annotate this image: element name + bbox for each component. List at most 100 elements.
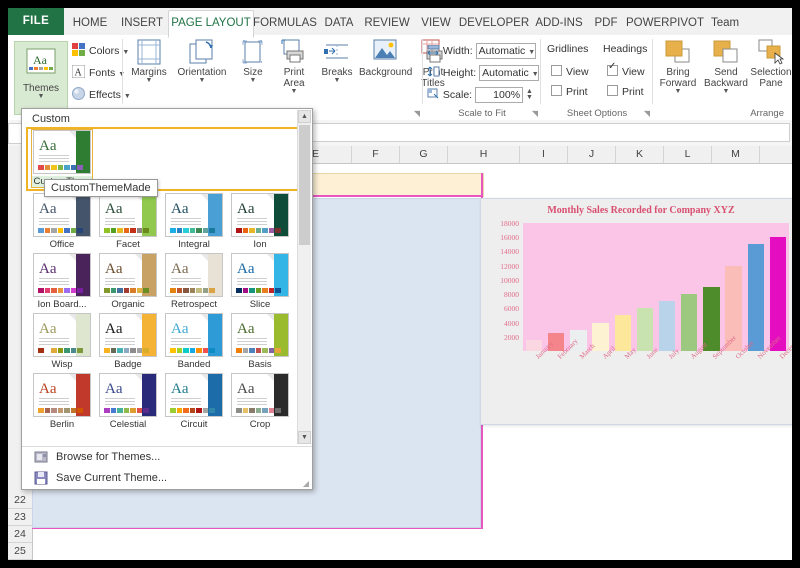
ribbon-tab-pdf[interactable]: PDF: [588, 11, 624, 35]
theme-thumbnail[interactable]: Aa Banded: [164, 313, 224, 370]
browse-for-themes-menu-item[interactable]: Browse for Themes...: [22, 447, 312, 468]
page-setup-dialog-launcher[interactable]: ◥: [414, 109, 420, 118]
chart-bar[interactable]: [747, 244, 764, 351]
column-header-H[interactable]: H: [448, 146, 520, 163]
ribbon-tab-insert[interactable]: INSERT: [116, 11, 168, 35]
theme-aa-sample: Aa: [171, 381, 189, 397]
width-select[interactable]: Automatic ▼: [475, 43, 536, 59]
column-header-F[interactable]: F: [352, 146, 400, 163]
chart-y-tick: 18000: [500, 219, 519, 228]
chart-object[interactable]: Monthly Sales Recorded for Company XYZ 1…: [480, 198, 792, 425]
theme-aa-sample: Aa: [39, 138, 57, 154]
theme-thumbnail[interactable]: Aa Retrospect: [164, 253, 224, 310]
gallery-scrollbar[interactable]: ▲ ▼: [297, 110, 311, 444]
ribbon-tab-developer[interactable]: DEVELOPER: [458, 11, 530, 35]
theme-label: Ion Board...: [37, 299, 87, 310]
theme-thumbnail[interactable]: Aa Ion: [230, 193, 290, 250]
theme-thumbnail[interactable]: Aa Wisp: [32, 313, 92, 370]
row-header-25[interactable]: 25: [8, 543, 32, 560]
chart-bar[interactable]: [658, 301, 676, 351]
theme-thumbnail[interactable]: Aa Crop: [230, 373, 290, 430]
ribbon-tab-view[interactable]: VIEW: [414, 11, 458, 35]
print-area-button[interactable]: Print Area ▼: [273, 39, 315, 95]
ribbon-tab-page-layout[interactable]: PAGE LAYOUT: [168, 10, 254, 38]
gridlines-view-option[interactable]: View: [551, 65, 589, 78]
ribbon-tab-review[interactable]: REVIEW: [360, 11, 414, 35]
orientation-button[interactable]: Orientation ▼: [171, 39, 233, 84]
theme-thumbnail[interactable]: Aa Circuit: [164, 373, 224, 430]
chevron-down-icon[interactable]: ▼: [233, 77, 273, 84]
gridlines-print-option[interactable]: Print: [551, 85, 588, 98]
row-header-23[interactable]: 23: [8, 509, 32, 526]
theme-thumbnail[interactable]: Aa Slice: [230, 253, 290, 310]
chevron-down-icon[interactable]: ▼: [655, 88, 701, 95]
headings-print-option[interactable]: Print: [607, 85, 644, 98]
themes-button[interactable]: Aa Themes ▼: [14, 41, 68, 115]
chart-bar[interactable]: [703, 287, 720, 351]
chevron-down-icon[interactable]: ▼: [273, 88, 315, 95]
selection-pane-button[interactable]: Selection Pane: [749, 39, 792, 89]
ribbon-tab-formulas[interactable]: FORMULAS: [252, 11, 318, 35]
theme-thumbnail[interactable]: Aa Basis: [230, 313, 290, 370]
chevron-down-icon[interactable]: ▼: [315, 77, 359, 84]
column-header-G[interactable]: G: [400, 146, 448, 163]
headings-view-checkbox[interactable]: [607, 61, 618, 76]
headings-view-option[interactable]: View: [607, 61, 645, 78]
chevron-down-icon[interactable]: ▼: [171, 77, 233, 84]
chart-bar[interactable]: [614, 315, 631, 351]
height-select[interactable]: Automatic ▼: [479, 65, 540, 81]
gridlines-view-label: View: [566, 66, 589, 78]
theme-aa-sample: Aa: [105, 201, 123, 217]
bring-forward-icon: [655, 39, 701, 65]
gallery-resize-grip[interactable]: ◢: [303, 479, 309, 488]
ribbon-tab-powerpivot[interactable]: POWERPIVOT: [624, 11, 706, 35]
theme-thumbnail[interactable]: Aa Facet: [98, 193, 158, 250]
row-header-24[interactable]: 24: [8, 526, 32, 543]
background-button[interactable]: Background: [359, 39, 412, 78]
ribbon-tab-home[interactable]: HOME: [64, 11, 116, 35]
save-current-theme-menu-item[interactable]: Save Current Theme...: [22, 468, 312, 489]
ribbon-tab-data[interactable]: DATA: [318, 11, 360, 35]
ribbon-tab-team[interactable]: Team: [706, 11, 744, 35]
scale-stepper[interactable]: ▲ ▼: [526, 88, 533, 101]
row-header-22[interactable]: 22: [8, 492, 32, 509]
column-header-I[interactable]: I: [520, 146, 568, 163]
theme-thumbnail[interactable]: Aa Organic: [98, 253, 158, 310]
fonts-button[interactable]: AFonts▼: [71, 64, 125, 81]
theme-thumbnail[interactable]: Aa Badge: [98, 313, 158, 370]
gallery-scroll-down-arrow[interactable]: ▼: [298, 431, 311, 444]
ribbon-tab-file[interactable]: FILE: [8, 8, 64, 35]
theme-thumbnail[interactable]: Aa Ion Board...: [32, 253, 92, 310]
themes-gallery-dropdown[interactable]: Custom AaCustomThe... CustomThemeMade Aa…: [21, 108, 313, 490]
sheet-options-dialog-launcher[interactable]: ◥: [644, 109, 650, 118]
size-button[interactable]: Size ▼: [233, 39, 273, 84]
ribbon-tab-add-ins[interactable]: ADD-INS: [530, 11, 588, 35]
theme-thumbnail[interactable]: Aa Office: [32, 193, 92, 250]
gallery-scroll-thumb[interactable]: [299, 125, 310, 245]
theme-thumbnail[interactable]: Aa Celestial: [98, 373, 158, 430]
margins-button[interactable]: Margins ▼: [127, 39, 171, 84]
gridlines-view-checkbox[interactable]: [551, 65, 562, 76]
column-header-M[interactable]: M: [712, 146, 760, 163]
colors-button[interactable]: Colors ▼: [72, 43, 129, 59]
bring-forward-button[interactable]: Bring Forward ▼: [655, 39, 701, 95]
chart-bar[interactable]: [636, 308, 654, 351]
column-header-L[interactable]: L: [664, 146, 712, 163]
column-header-K[interactable]: K: [616, 146, 664, 163]
themes-dropdown-arrow[interactable]: ▼: [15, 93, 67, 100]
ribbon-tabbar: FILE HOME INSERT PAGE LAYOUT FORMULAS DATA REV…: [8, 8, 792, 38]
theme-thumbnail[interactable]: Aa Berlin: [32, 373, 92, 430]
chart-bar[interactable]: [681, 294, 698, 351]
chevron-down-icon[interactable]: ▼: [701, 88, 751, 95]
breaks-button[interactable]: Breaks ▼: [315, 39, 359, 84]
chevron-down-icon[interactable]: ▼: [127, 77, 171, 84]
scale-input[interactable]: 100%: [475, 87, 524, 103]
theme-thumbnail[interactable]: Aa Integral: [164, 193, 224, 250]
scale-to-fit-dialog-launcher[interactable]: ◥: [532, 109, 538, 118]
send-backward-button[interactable]: Send Backward ▼: [701, 39, 751, 95]
headings-print-checkbox[interactable]: [607, 85, 618, 96]
gallery-scroll-up-arrow[interactable]: ▲: [298, 110, 311, 123]
column-header-J[interactable]: J: [568, 146, 616, 163]
gridlines-print-checkbox[interactable]: [551, 85, 562, 96]
theme-label: Office: [49, 239, 75, 250]
